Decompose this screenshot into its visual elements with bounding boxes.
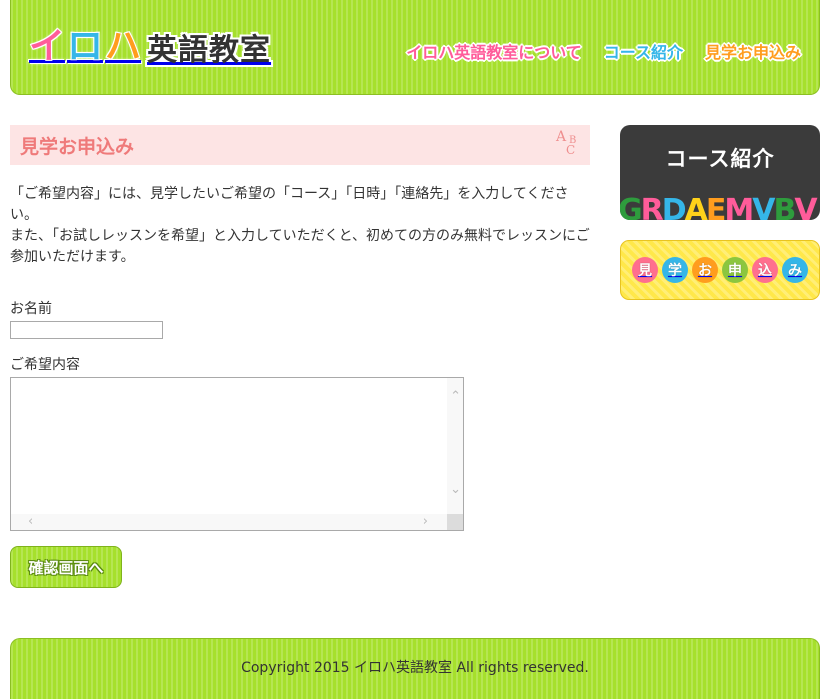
copyright-text: Copyright 2015 イロハ英語教室 All rights reserv… [241,660,589,676]
nav-course[interactable]: コース紹介 [604,39,683,63]
logo-kanji: 英語教室 [147,33,272,68]
page-title: 見学お申込み [20,135,135,158]
horizontal-scrollbar[interactable] [11,514,447,530]
scroll-left-icon[interactable]: ‹ [28,515,33,528]
logo-kana: イ ロ ハ [28,26,142,67]
site-footer: Copyright 2015 イロハ英語教室 All rights reserv… [10,638,820,699]
colorful-letters-image: GRDAEMVBV [620,193,818,220]
resize-corner[interactable] [447,514,463,530]
banner-letter: V [794,193,817,220]
apply-banner-char: 学 [662,257,688,283]
scroll-up-icon[interactable]: ⌃ [450,390,461,403]
request-label: ご希望内容 [10,357,80,373]
scroll-down-icon[interactable]: ⌄ [450,483,461,496]
logo-kana-char: イ [28,26,66,67]
name-input[interactable] [10,321,163,339]
site-logo[interactable]: イ ロ ハ 英語教室 [28,22,272,72]
banner-letter: A [684,193,708,220]
apply-banner[interactable]: 見学お申込み [620,240,820,300]
site-header: イ ロ ハ 英語教室 イロハ英語教室について コース紹介 見学お申込み [10,0,820,95]
intro-text: 「ご希望内容」には、見学したいご希望の「コース」「日時」「連絡先」を入力してくだ… [10,184,590,268]
apply-banner-char: 申 [722,257,748,283]
nav-apply[interactable]: 見学お申込み [705,39,801,63]
banner-letter: E [705,193,726,220]
name-label: お名前 [10,301,52,317]
banner-letter: V [752,193,775,220]
apply-banner-char: 見 [632,257,658,283]
intro-paragraph: 「ご希望内容」には、見学したいご希望の「コース」「日時」「連絡先」を入力してくだ… [10,186,569,223]
logo-kana-char: ハ [104,26,142,67]
request-textarea[interactable] [11,378,447,514]
main-content: 見学お申込み ABC 「ご希望内容」には、見学したいご希望の「コース」「日時」「… [10,125,590,588]
banner-letter: G [620,193,643,220]
apply-form: お名前 ご希望内容 ⌃ ⌄ ‹ › 確認画面へ [10,299,590,588]
apply-banner-char: お [692,257,718,283]
page-title-bar: 見学お申込み ABC [10,125,590,165]
global-nav: イロハ英語教室について コース紹介 見学お申込み [406,39,801,63]
banner-letter: D [661,193,687,220]
logo-kana-char: ロ [66,26,104,67]
nav-about[interactable]: イロハ英語教室について [406,39,582,63]
banner-letter: R [640,193,664,220]
banner-letter: M [724,193,754,220]
confirm-button-label: 確認画面へ [28,558,104,577]
scroll-right-icon[interactable]: › [423,515,428,528]
course-banner[interactable]: コース紹介 GRDAEMVBV [620,125,820,220]
abc-letters-icon: ABC [556,129,577,157]
apply-banner-char: み [782,257,808,283]
intro-paragraph: また、「お試しレッスンを希望」と入力していただくと、初めての方のみ無料でレッスン… [10,228,590,265]
confirm-button[interactable]: 確認画面へ [10,546,122,588]
banner-letter: B [773,193,796,220]
request-textarea-wrapper: ⌃ ⌄ ‹ › [10,377,464,531]
course-banner-title: コース紹介 [665,147,775,171]
apply-banner-char: 込 [752,257,778,283]
